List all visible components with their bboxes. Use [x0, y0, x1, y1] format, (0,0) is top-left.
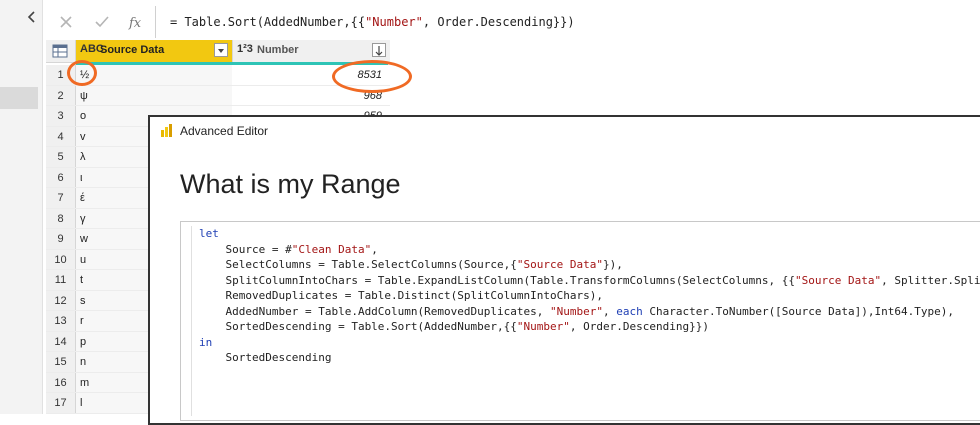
- cell-source-data[interactable]: γ: [80, 209, 86, 229]
- row-number[interactable]: 16: [46, 372, 76, 392]
- table-icon: [52, 44, 68, 58]
- code-line: , Splitter.SplitTex: [881, 273, 980, 287]
- row-number[interactable]: 9: [46, 229, 76, 249]
- code-gutter: [191, 226, 192, 416]
- column-header-number[interactable]: 1²3 Number: [233, 40, 388, 62]
- row-number[interactable]: 13: [46, 311, 76, 331]
- advanced-editor-window: Advanced Editor What is my Range let Sou…: [148, 115, 980, 425]
- column-header-source-data[interactable]: ABC Source Data: [76, 40, 233, 62]
- cell-background: [76, 65, 232, 85]
- queries-pane: [0, 0, 43, 414]
- code-line: RemovedDuplicates = Table.Distinct(Split…: [199, 289, 603, 302]
- table-menu-button[interactable]: [46, 40, 76, 62]
- annotation-circle-source: [67, 60, 97, 86]
- grid-header: ABC Source Data 1²3 Number: [46, 40, 390, 63]
- formula-text-end: , Order.Descending}}): [422, 15, 575, 29]
- cell-source-data[interactable]: m: [80, 373, 89, 393]
- cell-background: [76, 85, 232, 105]
- function-icon[interactable]: fx: [127, 13, 145, 31]
- cancel-icon[interactable]: [57, 13, 75, 31]
- chevron-left-icon[interactable]: [24, 9, 40, 25]
- code-string: "Source Data": [795, 273, 882, 287]
- cell-source-data[interactable]: u: [80, 250, 86, 270]
- number-type-icon[interactable]: 1²3: [237, 43, 253, 55]
- formula-bar-buttons: fx: [45, 6, 156, 38]
- check-icon[interactable]: [93, 13, 111, 31]
- row-number[interactable]: 17: [46, 393, 76, 413]
- cell-source-data[interactable]: o: [80, 106, 86, 126]
- row-number[interactable]: 2: [46, 85, 76, 105]
- keyword-let: let: [199, 227, 219, 240]
- column-name: Source Data: [100, 44, 165, 56]
- code-line: ,: [371, 242, 378, 256]
- cell-source-data[interactable]: r: [80, 311, 84, 331]
- chevron-down-icon: [218, 49, 224, 53]
- sort-descending-icon: [375, 46, 383, 56]
- code-line: Source = #: [199, 242, 292, 256]
- code-line: , Order.Descending}}): [569, 320, 709, 333]
- row-number[interactable]: 8: [46, 208, 76, 228]
- row-number[interactable]: 14: [46, 331, 76, 351]
- code-line: }),: [602, 258, 623, 271]
- code-line: SplitColumnIntoChars = Table.ExpandListC…: [199, 273, 796, 287]
- code-line: SelectColumns = Table.SelectColumns(Sour…: [199, 258, 517, 271]
- filter-dropdown-button[interactable]: [214, 43, 228, 57]
- cell-source-data[interactable]: v: [80, 127, 86, 147]
- query-name-heading: What is my Range: [180, 169, 401, 199]
- code-string: "Number": [550, 304, 603, 318]
- row-number[interactable]: 10: [46, 249, 76, 269]
- row-number[interactable]: 7: [46, 188, 76, 208]
- code-line: Character.ToNumber([Source Data]),Int64.…: [642, 304, 954, 318]
- m-code: let Source = #"Clean Data", SelectColumn…: [199, 226, 980, 366]
- code-line: SortedDescending: [199, 351, 332, 364]
- editor-titlebar: Advanced Editor: [150, 117, 980, 145]
- column-name: Number: [257, 44, 299, 56]
- formula-string: "Number": [365, 15, 423, 29]
- cell-source-data[interactable]: p: [80, 332, 86, 352]
- formula-input[interactable]: = Table.Sort(AddedNumber,{{"Number", Ord…: [170, 15, 575, 29]
- editor-title: Advanced Editor: [180, 124, 269, 138]
- cell-source-data[interactable]: λ: [80, 147, 86, 167]
- cell-source-data[interactable]: w: [80, 229, 88, 249]
- row-number[interactable]: 12: [46, 290, 76, 310]
- cell-source-data[interactable]: s: [80, 291, 86, 311]
- row-number[interactable]: 4: [46, 126, 76, 146]
- row-number[interactable]: 11: [46, 270, 76, 290]
- formula-bar: fx = Table.Sort(AddedNumber,{{"Number", …: [45, 6, 980, 38]
- row-number[interactable]: 6: [46, 167, 76, 187]
- code-string: "Source Data": [516, 258, 603, 271]
- code-editor[interactable]: let Source = #"Clean Data", SelectColumn…: [180, 221, 980, 421]
- table-row[interactable]: 2 ψ 968: [46, 85, 390, 106]
- code-string: "Clean Data": [291, 242, 372, 256]
- code-line: SortedDescending = Table.Sort(AddedNumbe…: [199, 320, 517, 333]
- cell-source-data[interactable]: l: [80, 393, 82, 413]
- keyword-each: each: [616, 304, 643, 318]
- cell-source-data[interactable]: t: [80, 270, 83, 290]
- sort-descending-button[interactable]: [372, 43, 386, 57]
- keyword-in: in: [199, 335, 213, 349]
- cell-source-data[interactable]: ι: [80, 168, 82, 188]
- cell-source-data[interactable]: ψ: [80, 86, 88, 106]
- cell-source-data[interactable]: έ: [80, 188, 85, 208]
- annotation-circle-number: [332, 60, 412, 93]
- row-number[interactable]: 15: [46, 352, 76, 372]
- code-string: "Number": [516, 320, 570, 333]
- code-line: ,: [602, 304, 617, 318]
- selected-query-item[interactable]: [0, 87, 38, 109]
- svg-text:fx: fx: [128, 16, 142, 31]
- power-bi-logo-icon: [161, 124, 172, 137]
- formula-text: = Table.Sort(AddedNumber,{{: [170, 15, 366, 29]
- code-line: AddedNumber = Table.AddColumn(RemovedDup…: [199, 304, 550, 318]
- row-number[interactable]: 3: [46, 106, 76, 126]
- cell-source-data[interactable]: n: [80, 352, 86, 372]
- row-number[interactable]: 5: [46, 147, 76, 167]
